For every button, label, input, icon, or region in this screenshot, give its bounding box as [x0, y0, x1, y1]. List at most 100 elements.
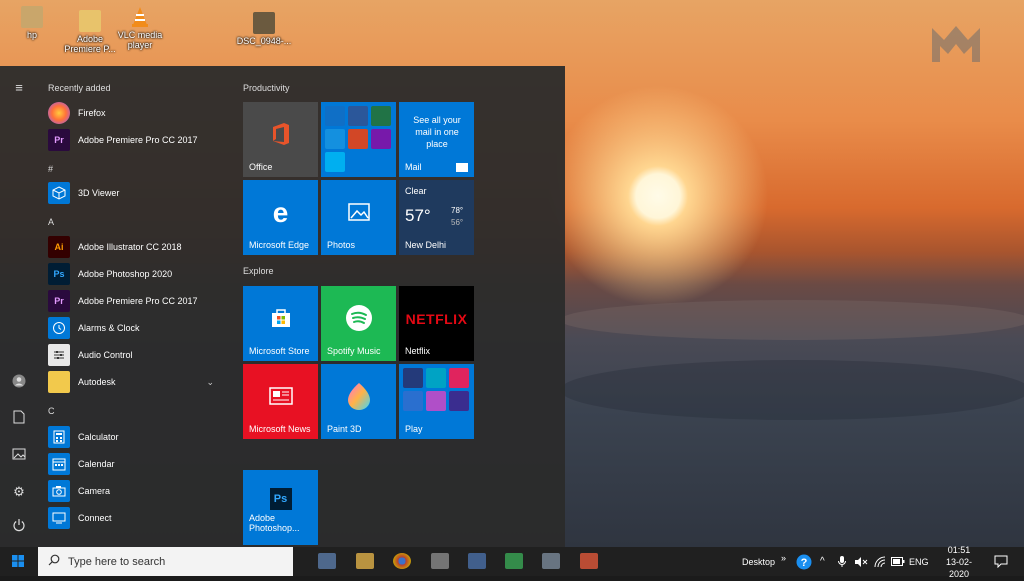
tile-label: Spotify Music — [327, 346, 381, 356]
image-file-icon — [253, 12, 275, 34]
camtasia-icon[interactable] — [505, 553, 523, 569]
app-label: Calendar — [78, 459, 115, 469]
section-header-c[interactable]: C — [48, 406, 55, 416]
app-icon[interactable] — [580, 553, 598, 569]
speaker-muted-icon[interactable] — [854, 547, 868, 576]
app-premiere[interactable]: Pr Adobe Premiere Pro CC 2017 — [48, 289, 228, 313]
group-header-explore[interactable]: Explore — [243, 266, 274, 276]
app-list: Recently added Firefox Pr Adobe Premiere… — [38, 66, 238, 547]
tile-label: Mail — [405, 162, 422, 172]
cube-icon — [48, 182, 70, 204]
paint3d-drop-icon — [346, 381, 372, 413]
section-header-a[interactable]: A — [48, 217, 54, 227]
app-photoshop[interactable]: Ps Adobe Photoshop 2020 — [48, 262, 228, 286]
app-label: Connect — [78, 513, 112, 523]
netflix-logo: NETFLIX — [405, 311, 468, 327]
watermark-logo — [928, 22, 984, 66]
tile-weather[interactable]: Clear 57° 78° 56° New Delhi — [399, 180, 474, 255]
search-box[interactable]: Type here to search — [38, 547, 293, 576]
section-header-recently-added: Recently added — [48, 83, 111, 93]
store-bag-icon — [270, 308, 292, 330]
app-audio-control[interactable]: Audio Control — [48, 343, 228, 367]
start-menu: ≡ ⚙ Recently added Firefox Pr Adobe Prem… — [0, 66, 565, 547]
wifi-icon[interactable] — [874, 547, 886, 576]
folder-icon — [48, 371, 70, 393]
app-icon[interactable] — [542, 553, 560, 569]
app-firefox[interactable]: Firefox — [48, 101, 228, 125]
app-icon[interactable] — [431, 553, 449, 569]
word-icon — [348, 106, 368, 126]
tile-label: Microsoft Edge — [249, 240, 310, 250]
tile-office-apps-folder[interactable] — [321, 102, 396, 177]
tile-netflix[interactable]: NETFLIX Netflix — [399, 286, 474, 361]
app-premiere-recent[interactable]: Pr Adobe Premiere Pro CC 2017 — [48, 128, 228, 152]
svg-text:?: ? — [801, 557, 808, 569]
hamburger-menu-icon[interactable]: ≡ — [9, 78, 29, 98]
photos-icon — [347, 203, 370, 223]
app-camera[interactable]: Camera — [48, 479, 228, 503]
desktop-icon-label: VLC media player — [117, 30, 163, 50]
powerpoint-icon — [348, 129, 368, 149]
battery-icon[interactable] — [891, 547, 905, 576]
help-button[interactable]: ? — [796, 547, 812, 576]
desktop-icon-hp[interactable]: hp — [0, 6, 64, 40]
desktop-icon-dsc[interactable]: DSC_0948-... — [232, 12, 296, 46]
documents-icon[interactable] — [9, 410, 29, 430]
microphone-icon[interactable] — [838, 547, 846, 576]
app-label: Adobe Illustrator CC 2018 — [78, 242, 182, 252]
clock-icon — [48, 317, 70, 339]
tile-microsoft-store[interactable]: Microsoft Store — [243, 286, 318, 361]
group-header-productivity[interactable]: Productivity — [243, 83, 290, 93]
app-label: Adobe Premiere Pro CC 2017 — [78, 296, 198, 306]
star-app-icon — [426, 368, 446, 388]
picsart-icon — [426, 391, 446, 411]
weather-condition: Clear — [405, 186, 427, 196]
office-logo-icon — [270, 122, 292, 148]
tile-microsoft-news[interactable]: Microsoft News — [243, 364, 318, 439]
onedrive-icon — [325, 129, 345, 149]
tile-label: Office — [249, 162, 273, 172]
notifications-icon[interactable] — [994, 547, 1008, 576]
tile-photos[interactable]: Photos — [321, 180, 396, 255]
tile-mail[interactable]: See all your mail in one place Mail — [399, 102, 474, 177]
app-autodesk-folder[interactable]: Autodesk ⌄ — [48, 370, 228, 394]
tile-photoshop[interactable]: Ps Adobe Photoshop... — [243, 470, 318, 545]
app-icon[interactable] — [468, 553, 486, 569]
vlc-cone-icon — [129, 6, 151, 28]
calculator-icon — [48, 426, 70, 448]
settings-gear-icon[interactable]: ⚙ — [9, 482, 29, 502]
tile-microsoft-edge[interactable]: e Microsoft Edge — [243, 180, 318, 255]
app-calculator[interactable]: Calculator — [48, 425, 228, 449]
user-account-icon[interactable] — [9, 374, 29, 394]
tile-label: New Delhi — [405, 240, 447, 250]
app-connect[interactable]: Connect — [48, 506, 228, 530]
app-3d-viewer[interactable]: 3D Viewer — [48, 181, 228, 205]
app-calendar[interactable]: Calendar — [48, 452, 228, 476]
start-button[interactable] — [0, 547, 36, 576]
toolbar-expand-icon[interactable]: » — [781, 553, 786, 563]
newspaper-icon — [268, 387, 293, 407]
tile-spotify[interactable]: Spotify Music — [321, 286, 396, 361]
taskbar: Type here to search Desktop » ? ^ ENG 01… — [0, 545, 1024, 579]
pictures-icon[interactable] — [9, 446, 29, 466]
tile-play-folder[interactable]: Play — [399, 364, 474, 439]
tile-paint-3d[interactable]: Paint 3D — [321, 364, 396, 439]
app-illustrator[interactable]: Ai Adobe Illustrator CC 2018 — [48, 235, 228, 259]
outlook-icon — [325, 106, 345, 126]
desktop-icon-vlc[interactable]: VLC media player — [108, 6, 172, 50]
tile-label: Microsoft News — [249, 424, 311, 434]
power-icon[interactable] — [9, 518, 29, 538]
sliders-icon — [48, 344, 70, 366]
camera-icon — [48, 480, 70, 502]
desktop-toolbar[interactable]: Desktop » — [742, 547, 786, 576]
file-explorer-icon[interactable] — [356, 553, 374, 569]
section-header-hash[interactable]: # — [48, 164, 53, 174]
app-alarms-clock[interactable]: Alarms & Clock — [48, 316, 228, 340]
chrome-icon[interactable] — [393, 553, 411, 569]
folder-icon — [79, 10, 101, 32]
task-view-icon[interactable] — [318, 553, 336, 569]
chevron-up-icon[interactable]: ^ — [820, 547, 825, 576]
clock[interactable]: 01:51 13-02-2020 — [936, 545, 982, 579]
language-indicator[interactable]: ENG — [909, 547, 929, 576]
tile-office[interactable]: Office — [243, 102, 318, 177]
